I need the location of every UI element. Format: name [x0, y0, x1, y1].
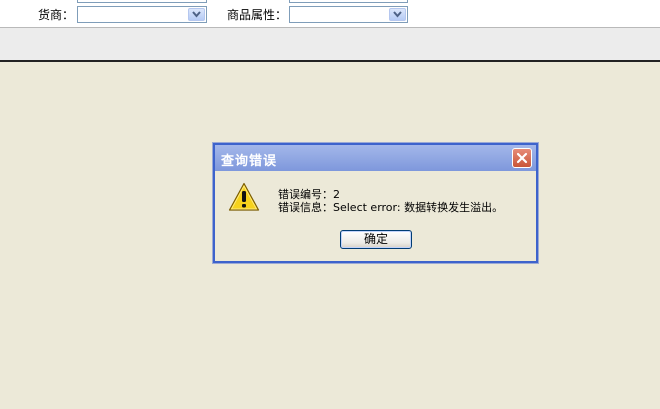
close-button[interactable]: [512, 148, 532, 168]
ok-button[interactable]: 确定: [340, 230, 412, 249]
supplier-label: 货商：: [38, 8, 75, 22]
dialog-title-bar[interactable]: 查询错误: [215, 145, 536, 171]
chevron-down-icon[interactable]: [389, 8, 406, 21]
attribute-label: 商品属性：: [227, 8, 288, 22]
error-dialog: 查询错误 错误编号：2 错误信息：Select error: 数据转换发生溢出。…: [213, 143, 538, 263]
chevron-down-icon[interactable]: [188, 8, 205, 21]
supplier-select[interactable]: [77, 6, 207, 23]
close-icon: [516, 152, 528, 164]
combo-edge: [289, 0, 408, 3]
toolbar-band: [0, 28, 660, 62]
combo-edge: [77, 0, 207, 3]
error-info-value: Select error: 数据转换发生溢出。: [333, 201, 504, 214]
warning-icon: [228, 182, 260, 211]
dialog-title: 查询错误: [221, 154, 278, 169]
error-info-line: 错误信息：Select error: 数据转换发生溢出。: [278, 199, 503, 215]
attribute-select[interactable]: [289, 6, 408, 23]
filter-bar: 货商： 商品属性：: [0, 0, 660, 28]
error-info-label: 错误信息：: [278, 201, 333, 214]
